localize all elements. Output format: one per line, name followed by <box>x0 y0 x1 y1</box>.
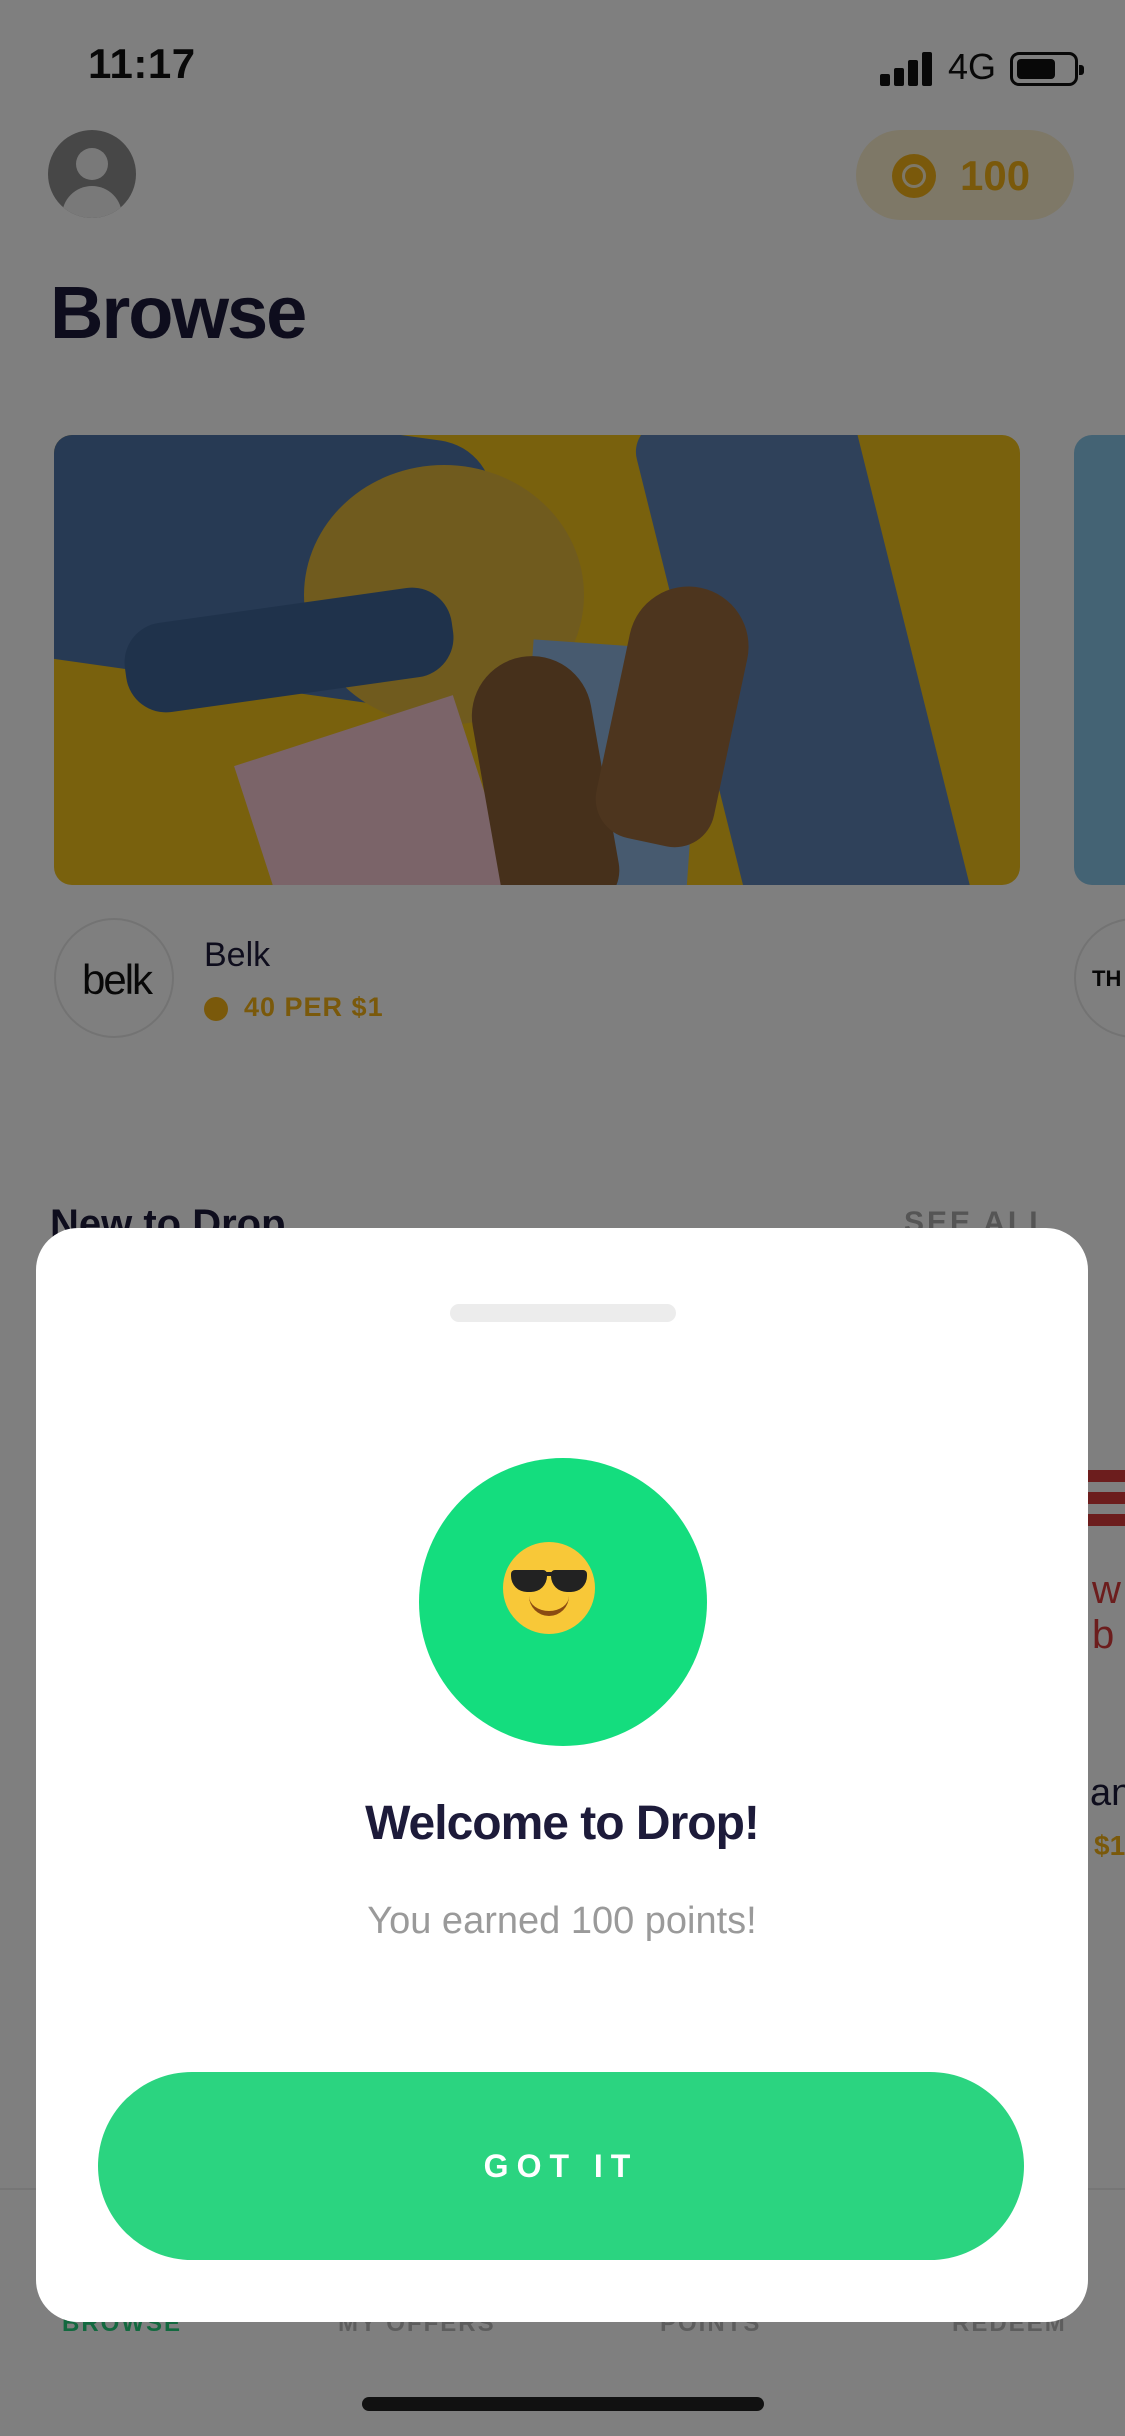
emoji-badge <box>419 1458 707 1746</box>
modal-title: Welcome to Drop! <box>365 1797 760 1850</box>
welcome-modal: Welcome to Drop! You earned 100 points! … <box>36 1228 1088 2322</box>
modal-subtitle: You earned 100 points! <box>367 1900 757 1942</box>
sunglasses-emoji-icon <box>503 1542 595 1634</box>
sheet-grabber[interactable] <box>450 1304 676 1322</box>
browse-screen: 11:17 4G 100 Browse belk Belk 40 PE <box>0 0 1125 2436</box>
home-indicator[interactable] <box>362 2397 764 2411</box>
got-it-button[interactable]: GOT IT <box>98 2072 1024 2260</box>
